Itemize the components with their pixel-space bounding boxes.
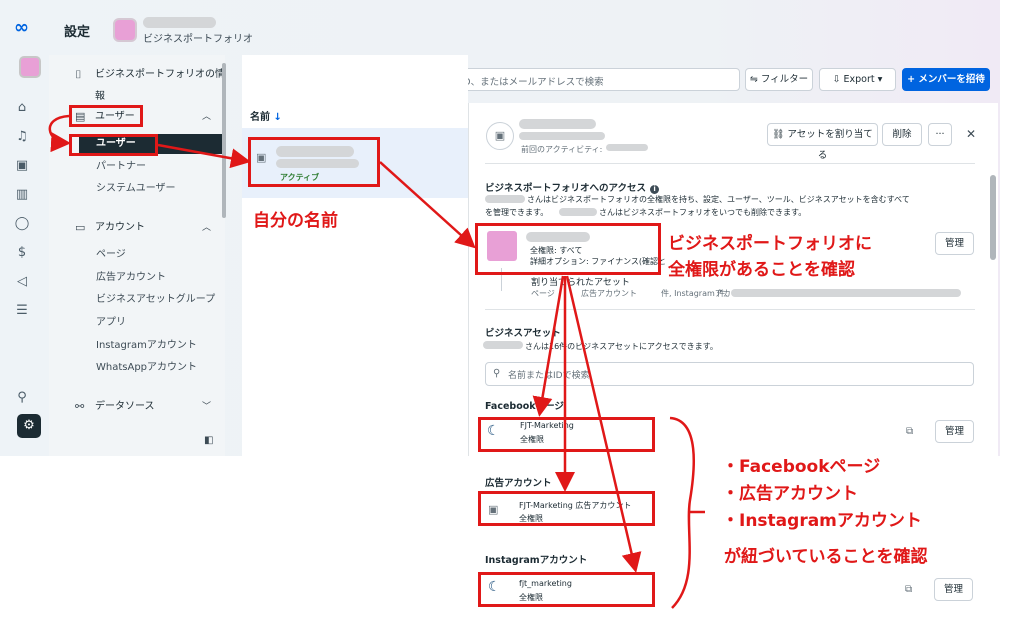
annotation-confirm-1: ビジネスポートフォリオに [668,234,872,254]
annotation-my-name: 自分の名前 [253,211,338,231]
annotation-confirm-2: 全権限があることを確認 [668,260,855,280]
annotation-linked: が紐づいていることを確認 [724,547,928,567]
annotation-bullet-1: ・Facebookページ [722,457,881,477]
annotation-bullet-2: ・広告アカウント [722,484,858,504]
annotation-bullet-3: ・Instagramアカウント [722,511,922,531]
